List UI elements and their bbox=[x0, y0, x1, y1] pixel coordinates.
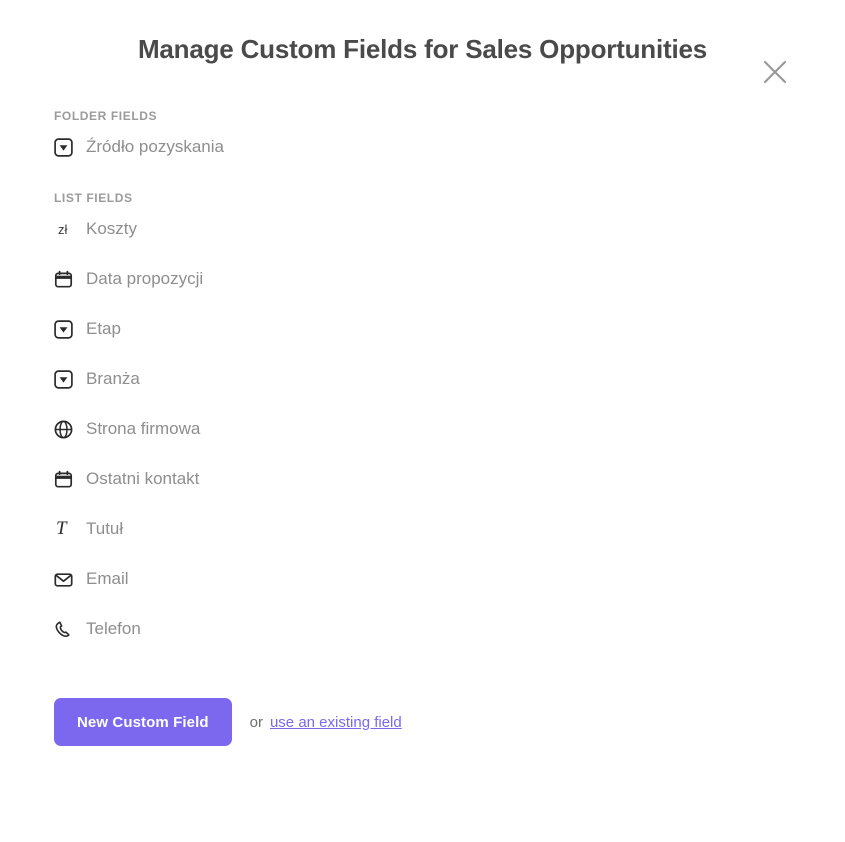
field-label: Źródło pozyskania bbox=[86, 137, 224, 156]
field-label: Telefon bbox=[86, 619, 141, 638]
list-item[interactable]: Ostatni kontakt bbox=[0, 454, 845, 504]
calendar-icon bbox=[54, 270, 80, 289]
field-label: Email bbox=[86, 569, 129, 588]
field-label: Strona firmowa bbox=[86, 419, 201, 438]
list-item[interactable]: Email bbox=[0, 554, 845, 604]
calendar-icon bbox=[54, 470, 80, 489]
list-item[interactable]: zł Koszty bbox=[0, 204, 845, 254]
list-item[interactable]: Etap bbox=[0, 304, 845, 354]
list-item[interactable]: Data propozycji bbox=[0, 254, 845, 304]
list-item[interactable]: Telefon bbox=[0, 604, 845, 654]
modal-header: Manage Custom Fields for Sales Opportuni… bbox=[0, 0, 845, 100]
page-title: Manage Custom Fields for Sales Opportuni… bbox=[137, 34, 708, 65]
list-item[interactable]: Strona firmowa bbox=[0, 404, 845, 454]
envelope-icon bbox=[54, 570, 80, 589]
close-button[interactable] bbox=[753, 50, 797, 94]
dropdown-icon bbox=[54, 137, 80, 157]
field-label: Etap bbox=[86, 319, 121, 338]
folder-fields-list: Źródło pozyskania bbox=[0, 122, 845, 172]
text-icon: T bbox=[56, 518, 67, 539]
manage-custom-fields-modal: Manage Custom Fields for Sales Opportuni… bbox=[0, 0, 845, 842]
list-fields-list: zł Koszty Data propozycji Etap Branża St… bbox=[0, 204, 845, 654]
close-icon bbox=[761, 58, 789, 86]
list-item[interactable]: T Tutuł bbox=[0, 504, 845, 554]
list-fields-label: LIST FIELDS bbox=[54, 191, 133, 205]
phone-icon bbox=[54, 620, 80, 639]
use-existing-field-link[interactable]: use an existing field bbox=[270, 714, 402, 731]
globe-icon bbox=[54, 420, 80, 439]
currency-icon: zł bbox=[58, 221, 68, 237]
modal-footer: New Custom Field or use an existing fiel… bbox=[0, 698, 845, 746]
dropdown-icon bbox=[54, 319, 80, 339]
list-item[interactable]: Branża bbox=[0, 354, 845, 404]
field-label: Data propozycji bbox=[86, 269, 204, 288]
footer-or-text: or bbox=[249, 713, 263, 731]
new-custom-field-button[interactable]: New Custom Field bbox=[54, 698, 232, 746]
folder-fields-section: FOLDER FIELDS Źródło pozyskania bbox=[0, 100, 845, 172]
list-item[interactable]: Źródło pozyskania bbox=[0, 122, 845, 172]
folder-fields-label: FOLDER FIELDS bbox=[54, 109, 158, 123]
field-label: Tutuł bbox=[86, 519, 124, 538]
field-label: Koszty bbox=[86, 219, 138, 238]
dropdown-icon bbox=[54, 369, 80, 389]
list-fields-section: LIST FIELDS zł Koszty Data propozycji Et… bbox=[0, 192, 845, 654]
field-label: Branża bbox=[86, 369, 140, 388]
field-label: Ostatni kontakt bbox=[86, 469, 200, 488]
